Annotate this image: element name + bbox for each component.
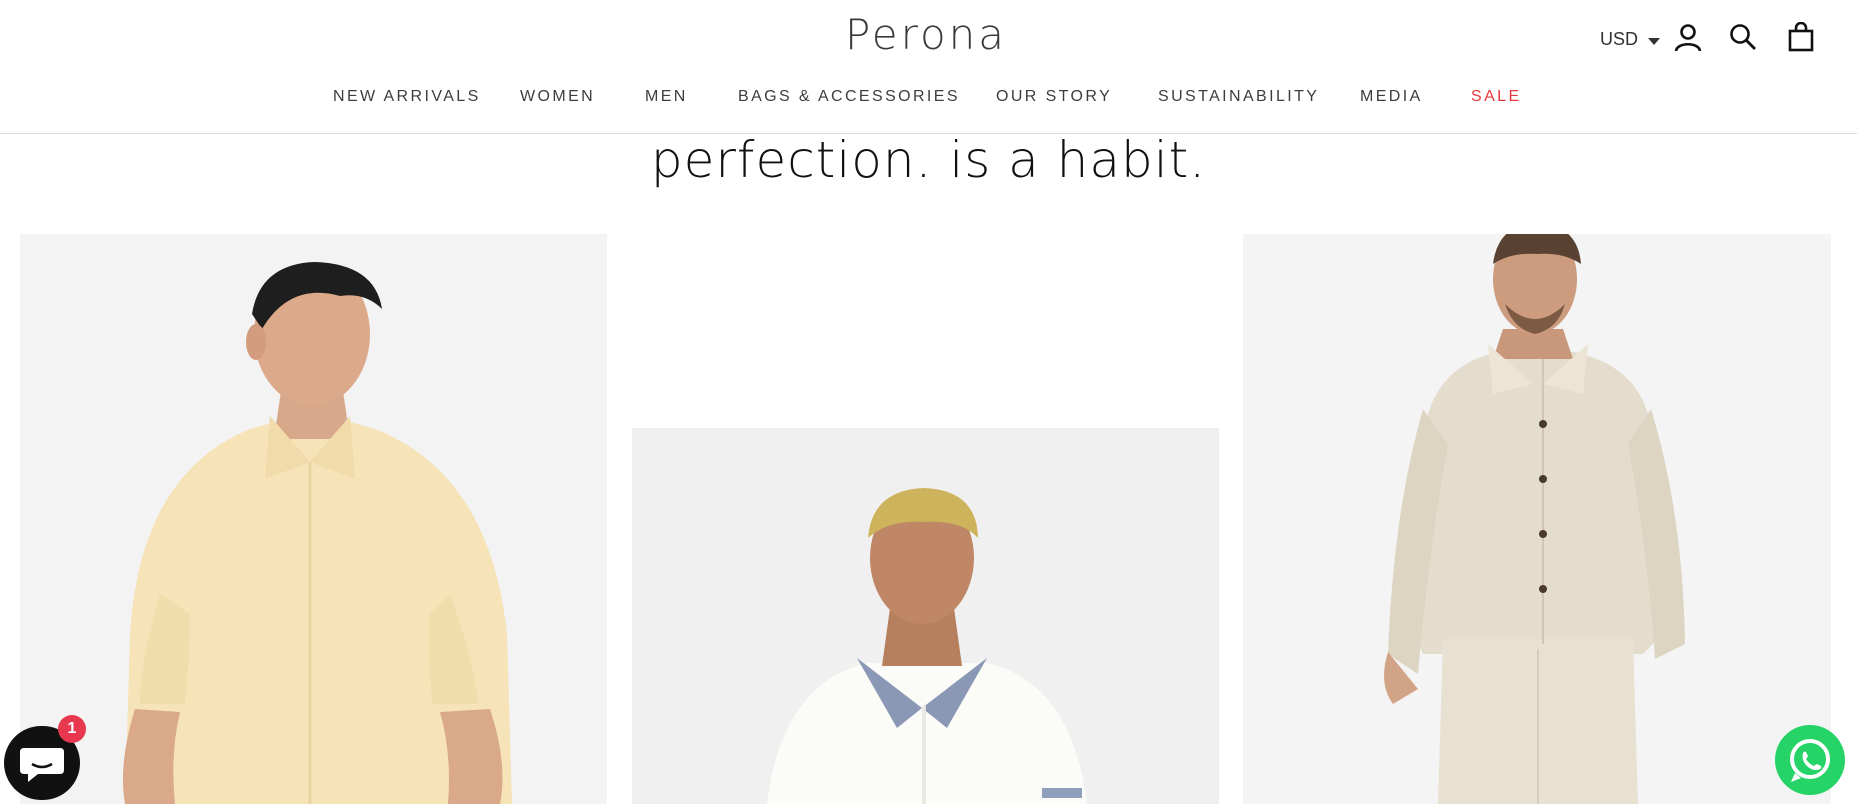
product-card-1[interactable] xyxy=(20,234,607,804)
product-image-beige-overshirt xyxy=(1243,234,1831,804)
nav-men[interactable]: MEN xyxy=(645,86,688,108)
page-headline: perfection. is a habit. xyxy=(650,131,1207,189)
account-icon[interactable] xyxy=(1673,22,1703,52)
brand-logo[interactable]: Perona xyxy=(836,10,1016,60)
product-card-3[interactable] xyxy=(1243,234,1831,804)
cart-icon[interactable] xyxy=(1786,22,1816,52)
nav-sale[interactable]: SALE xyxy=(1471,86,1522,108)
currency-selector[interactable]: USD xyxy=(1600,28,1661,50)
whatsapp-button[interactable] xyxy=(1775,725,1845,795)
product-image-white-polo xyxy=(632,428,1219,804)
caret-down-icon xyxy=(1648,37,1661,45)
site-header: Perona USD NEW ARRIVALS WOMEN MEN BAGS &… xyxy=(0,0,1857,134)
product-card-2[interactable] xyxy=(632,428,1219,804)
search-icon[interactable] xyxy=(1728,22,1758,52)
nav-new-arrivals[interactable]: NEW ARRIVALS xyxy=(333,86,481,108)
product-image-cream-shirt xyxy=(20,234,607,804)
nav-media[interactable]: MEDIA xyxy=(1360,86,1423,108)
whatsapp-icon xyxy=(1790,739,1830,782)
nav-bags-accessories[interactable]: BAGS & ACCESSORIES xyxy=(738,86,960,108)
chat-notification-badge: 1 xyxy=(58,715,86,743)
nav-women[interactable]: WOMEN xyxy=(520,86,595,108)
main-navigation: NEW ARRIVALS WOMEN MEN BAGS & ACCESSORIE… xyxy=(0,86,1857,110)
currency-label: USD xyxy=(1600,28,1639,49)
nav-sustainability[interactable]: SUSTAINABILITY xyxy=(1158,86,1319,108)
nav-our-story[interactable]: OUR STORY xyxy=(996,86,1112,108)
